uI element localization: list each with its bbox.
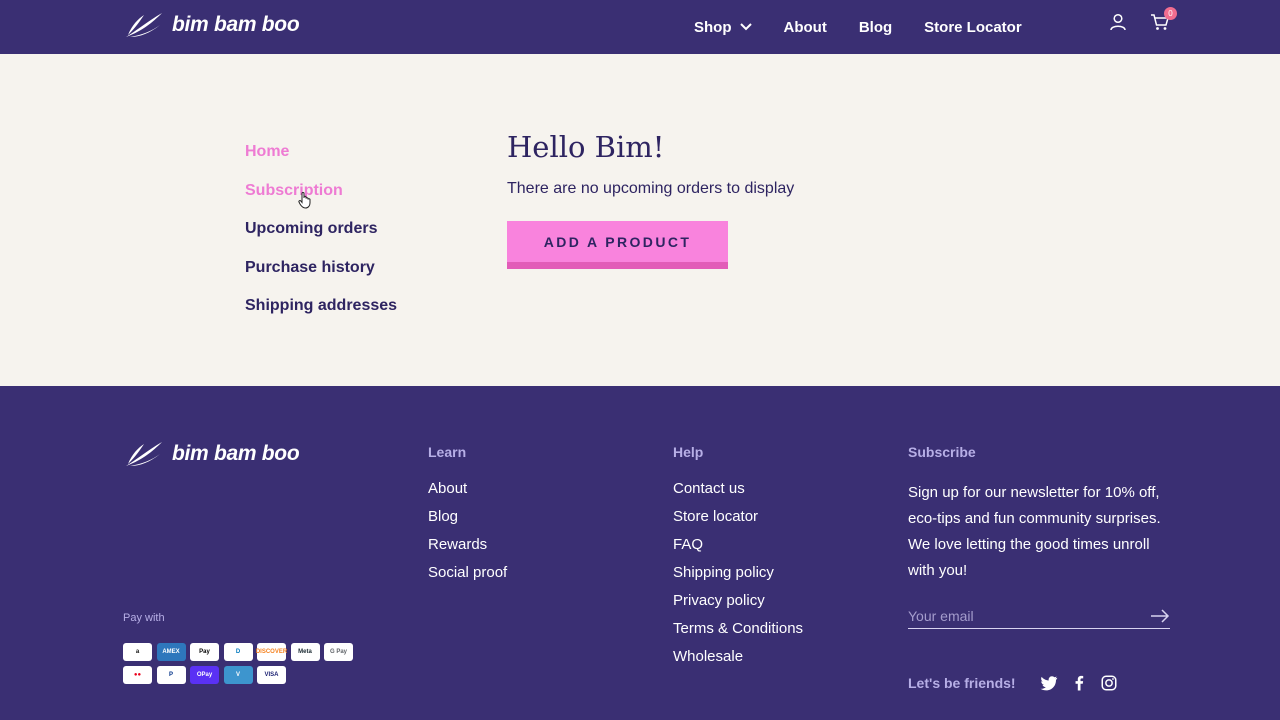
footer-link-privacy-policy[interactable]: Privacy policy	[673, 592, 803, 620]
account-menu-purchase-history[interactable]: Purchase history	[245, 258, 397, 297]
account-menu: Home Subscription Upcoming orders Purcha…	[245, 142, 397, 335]
account-menu-home[interactable]: Home	[245, 142, 397, 181]
footer-link-terms[interactable]: Terms & Conditions	[673, 620, 803, 648]
discover-icon: DISCOVER	[256, 643, 287, 661]
footer-link-about[interactable]: About	[428, 480, 507, 508]
footer-link-wholesale[interactable]: Wholesale	[673, 648, 803, 676]
empty-orders-message: There are no upcoming orders to display	[507, 180, 795, 197]
arrow-right-icon[interactable]	[1150, 609, 1170, 623]
newsletter-email-input[interactable]	[908, 608, 1150, 624]
account-section: Home Subscription Upcoming orders Purcha…	[0, 54, 1280, 386]
diners-club-icon: D	[223, 643, 253, 661]
footer-subscribe-heading: Subscribe	[908, 444, 976, 460]
cart-count-badge: 0	[1164, 7, 1177, 20]
nav-shop[interactable]: Shop	[694, 19, 752, 36]
meta-pay-icon: Meta	[290, 643, 320, 661]
footer-link-contact-us[interactable]: Contact us	[673, 480, 803, 508]
google-pay-icon: G Pay	[324, 643, 353, 661]
footer-help-heading: Help	[673, 444, 704, 460]
nav-about[interactable]: About	[784, 19, 827, 36]
footer-learn-heading: Learn	[428, 444, 467, 460]
header-icons: 0	[1108, 7, 1177, 32]
footer-link-blog[interactable]: Blog	[428, 508, 507, 536]
footer-link-rewards[interactable]: Rewards	[428, 536, 507, 564]
nav-store-locator[interactable]: Store Locator	[924, 19, 1022, 36]
account-menu-subscription[interactable]: Subscription	[245, 181, 397, 220]
visa-icon: VISA	[257, 666, 286, 684]
footer-link-social-proof[interactable]: Social proof	[428, 564, 507, 592]
footer-link-store-locator[interactable]: Store locator	[673, 508, 803, 536]
facebook-icon[interactable]	[1070, 674, 1088, 692]
social-links: Let's be friends!	[908, 674, 1130, 692]
pay-with-label: Pay with	[123, 612, 165, 624]
social-label: Let's be friends!	[908, 675, 1016, 691]
instagram-icon[interactable]	[1100, 674, 1118, 692]
amazon-pay-icon: a	[123, 643, 152, 661]
nav-blog[interactable]: Blog	[859, 19, 892, 36]
footer-link-shipping-policy[interactable]: Shipping policy	[673, 564, 803, 592]
footer-help-column: Help Contact us Store locator FAQ Shippi…	[673, 444, 803, 676]
cart-button[interactable]: 0	[1150, 7, 1177, 32]
nav-shop-label: Shop	[694, 18, 732, 36]
mastercard-icon: ●●	[123, 666, 152, 684]
add-product-button[interactable]: ADD A PRODUCT	[507, 221, 728, 269]
twitter-icon[interactable]	[1040, 674, 1058, 692]
account-menu-upcoming-orders[interactable]: Upcoming orders	[245, 219, 397, 258]
shop-pay-icon: OPay	[190, 666, 219, 684]
page-title: Hello Bim!	[507, 130, 665, 164]
leaf-logo-icon	[126, 442, 162, 466]
apple-pay-icon: Pay	[190, 643, 219, 661]
american-express-icon: AMEX	[156, 643, 186, 661]
payment-methods: a AMEX Pay D DISCOVER Meta G Pay ●● P OPay V VISA	[123, 643, 353, 684]
paypal-icon: P	[156, 666, 186, 684]
footer-learn-column: Learn About Blog Rewards Social proof	[428, 444, 507, 592]
chevron-down-icon	[739, 23, 752, 31]
footer-brand-logo[interactable]: bim bam boo	[124, 440, 300, 468]
brand-logo[interactable]: bim bam boo	[124, 11, 300, 39]
site-header: bim bam boo Shop About Blog Store Locato…	[0, 0, 1280, 54]
footer-brand-name: bim bam boo	[172, 442, 300, 465]
account-menu-shipping-addresses[interactable]: Shipping addresses	[245, 296, 397, 335]
account-button[interactable]	[1108, 12, 1128, 32]
footer-subscribe-column: Subscribe Sign up for our newsletter for…	[908, 444, 1170, 691]
newsletter-form	[908, 604, 1170, 629]
user-icon	[1110, 13, 1126, 31]
brand-name: bim bam boo	[172, 13, 300, 36]
main-nav: Shop About Blog Store Locator	[694, 0, 1022, 54]
hand-cursor-icon	[298, 192, 311, 209]
site-footer: bim bam boo Learn About Blog Rewards Soc…	[0, 386, 1280, 720]
footer-link-faq[interactable]: FAQ	[673, 536, 803, 564]
leaf-logo-icon	[126, 13, 162, 37]
newsletter-text: Sign up for our newsletter for 10% off, …	[908, 484, 1161, 579]
venmo-icon: V	[223, 666, 253, 684]
